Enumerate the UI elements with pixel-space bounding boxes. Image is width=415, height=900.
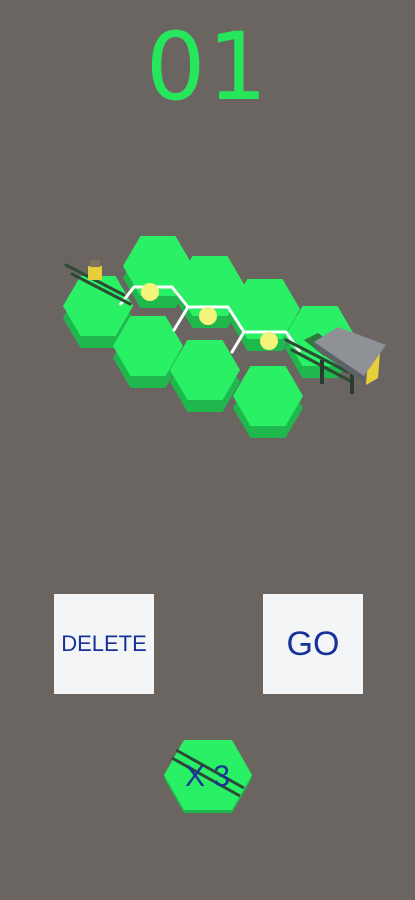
orb-icon bbox=[141, 283, 159, 301]
orb-icon bbox=[260, 332, 278, 350]
inventory-count: X 3 bbox=[184, 760, 231, 793]
go-button[interactable]: GO bbox=[263, 594, 363, 694]
orb-icon bbox=[199, 307, 217, 325]
level-counter: 01 bbox=[145, 13, 270, 122]
game-screen: 01 DELETE GO X 3 bbox=[0, 0, 415, 900]
tile-tops bbox=[63, 236, 355, 426]
train-icon bbox=[88, 260, 102, 280]
delete-button[interactable]: DELETE bbox=[54, 594, 154, 694]
hex-board bbox=[63, 236, 386, 438]
track-inventory-tile[interactable]: X 3 bbox=[160, 730, 255, 825]
